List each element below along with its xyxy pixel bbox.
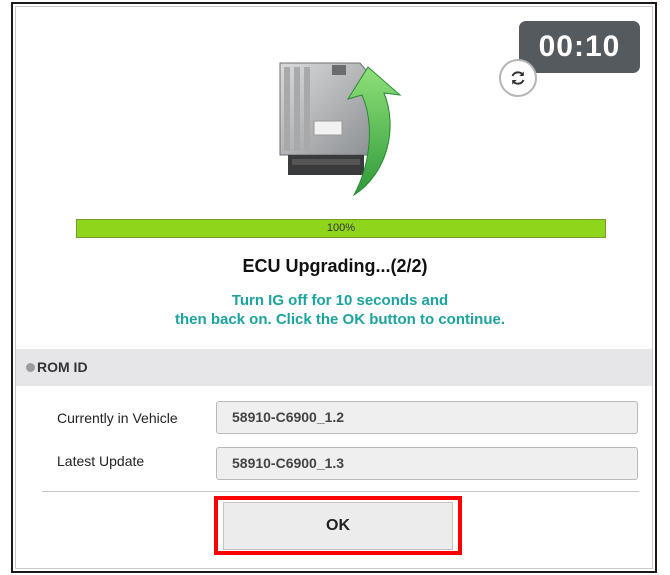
refresh-button[interactable] bbox=[499, 59, 537, 97]
current-version-label: Currently in Vehicle bbox=[57, 410, 178, 426]
upgrade-progress-bar: 100% bbox=[76, 219, 606, 238]
latest-version-label: Latest Update bbox=[57, 453, 145, 469]
bullet-icon bbox=[26, 363, 35, 372]
instruction-message: Turn IG off for 10 seconds and then back… bbox=[0, 291, 670, 329]
progress-percent-label: 100% bbox=[326, 222, 356, 234]
latest-version-field: 58910-C6900_1.3 bbox=[216, 447, 638, 480]
upgrade-status-title: ECU Upgrading...(2/2) bbox=[242, 256, 428, 276]
instruction-line-1: Turn IG off for 10 seconds and bbox=[231, 292, 449, 309]
ecu-upgrade-icon bbox=[279, 62, 402, 197]
refresh-icon bbox=[511, 71, 525, 85]
countdown-timer: 00:10 bbox=[519, 21, 640, 73]
ok-button[interactable]: OK bbox=[223, 502, 453, 550]
divider bbox=[42, 491, 639, 492]
rom-id-header: ROM ID bbox=[16, 349, 652, 386]
rom-id-title: ROM ID bbox=[37, 359, 88, 375]
current-version-field: 58910-C6900_1.2 bbox=[216, 401, 638, 434]
instruction-line-2: then back on. Click the OK button to con… bbox=[175, 311, 505, 328]
